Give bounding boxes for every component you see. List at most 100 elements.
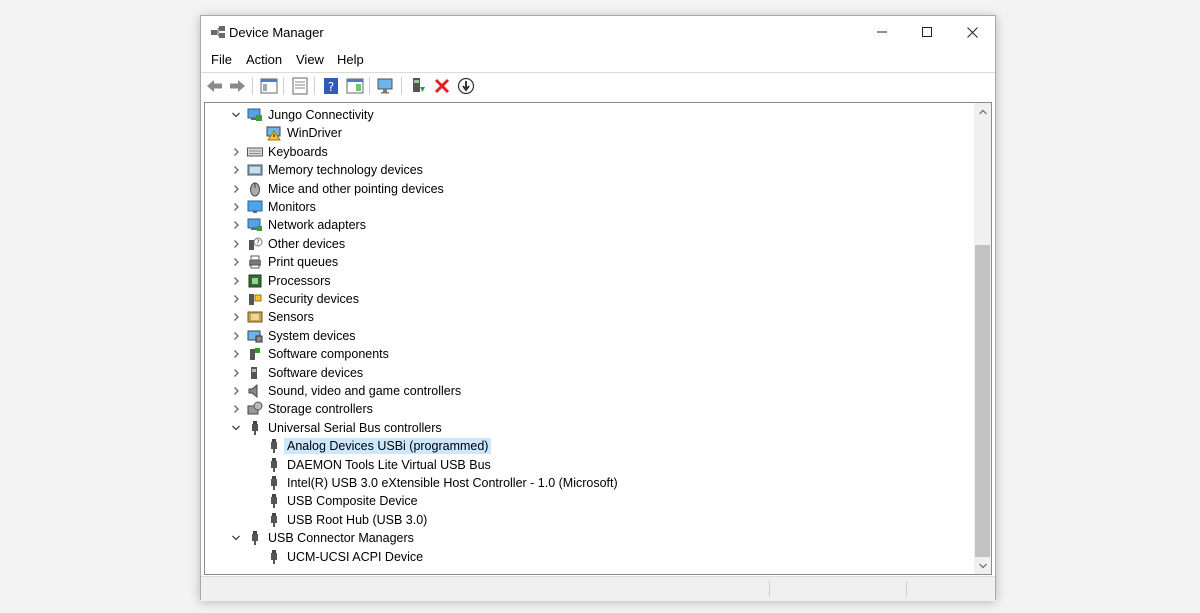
tree-item-label[interactable]: Sound, video and game controllers	[265, 383, 464, 399]
status-bar	[201, 576, 995, 601]
tree-row[interactable]: Storage controllers	[205, 400, 975, 418]
scroll-down-button[interactable]	[974, 557, 991, 574]
uninstall-icon[interactable]	[432, 76, 452, 96]
tree-row[interactable]: Intel(R) USB 3.0 eXtensible Host Control…	[205, 474, 975, 492]
chevron-down-icon[interactable]	[230, 109, 242, 121]
tree-row[interactable]: Print queues	[205, 253, 975, 271]
keyboard-icon	[247, 147, 263, 157]
tree-item-label[interactable]: Security devices	[265, 291, 362, 307]
processor-icon	[248, 274, 262, 288]
chevron-right-icon[interactable]	[230, 275, 242, 287]
tree-row[interactable]: Memory technology devices	[205, 161, 975, 179]
tree-row[interactable]: USB Connector Managers	[205, 529, 975, 547]
chevron-down-icon[interactable]	[230, 532, 242, 544]
tree-item-label[interactable]: Software devices	[265, 365, 366, 381]
chevron-right-icon[interactable]	[230, 293, 242, 305]
tree-item-label[interactable]: Universal Serial Bus controllers	[265, 420, 445, 436]
tree-item-label[interactable]: USB Composite Device	[284, 493, 421, 509]
tree-row[interactable]: Sensors	[205, 308, 975, 326]
tree-item-label[interactable]: Monitors	[265, 199, 319, 215]
tree-row[interactable]: DAEMON Tools Lite Virtual USB Bus	[205, 456, 975, 474]
chevron-right-icon[interactable]	[230, 183, 242, 195]
tree-item-label[interactable]: UCM-UCSI ACPI Device	[284, 549, 426, 565]
tree-item-label[interactable]: Network adapters	[265, 217, 369, 233]
software-device-icon	[251, 366, 257, 379]
tree-row[interactable]: Monitors	[205, 198, 975, 216]
chevron-down-icon[interactable]	[230, 422, 242, 434]
tree-item-label[interactable]: Intel(R) USB 3.0 eXtensible Host Control…	[284, 475, 621, 491]
tree-item-label[interactable]: Other devices	[265, 236, 348, 252]
tree-item-label[interactable]: Storage controllers	[265, 401, 376, 417]
tree-item-label[interactable]: Software components	[265, 346, 392, 362]
tree-row[interactable]: Software components	[205, 345, 975, 363]
close-button[interactable]	[949, 16, 995, 48]
chevron-right-icon[interactable]	[230, 367, 242, 379]
tree-row[interactable]: Sound, video and game controllers	[205, 382, 975, 400]
back-icon[interactable]	[205, 76, 225, 96]
show-hide-console-tree-icon[interactable]	[259, 76, 279, 96]
tree-row[interactable]: UCM-UCSI ACPI Device	[205, 548, 975, 566]
disable-device-icon[interactable]	[456, 76, 476, 96]
tree-row[interactable]: Keyboards	[205, 143, 975, 161]
network-adapter-icon	[247, 218, 262, 232]
tree-row[interactable]: WinDriver	[205, 124, 975, 142]
tree-item-label[interactable]: Print queues	[265, 254, 341, 270]
chevron-right-icon[interactable]	[230, 146, 242, 158]
maximize-icon	[922, 27, 932, 37]
tree-item-label[interactable]: USB Root Hub (USB 3.0)	[284, 512, 430, 528]
forward-icon[interactable]	[227, 76, 247, 96]
chevron-right-icon[interactable]	[230, 385, 242, 397]
maximize-button[interactable]	[904, 16, 950, 48]
chevron-right-icon[interactable]	[230, 219, 242, 231]
tree-item-label[interactable]: Sensors	[265, 309, 317, 325]
title-bar[interactable]: Device Manager	[201, 16, 995, 48]
tree-row[interactable]: Jungo Connectivity	[205, 106, 975, 124]
action-pane-icon[interactable]	[345, 76, 365, 96]
tree-item-label-selected[interactable]: Analog Devices USBi (programmed)	[284, 438, 492, 455]
tree-item-label[interactable]: Mice and other pointing devices	[265, 181, 447, 197]
chevron-right-icon[interactable]	[230, 348, 242, 360]
vertical-scrollbar[interactable]	[974, 103, 991, 574]
tree-row[interactable]: USB Root Hub (USB 3.0)	[205, 511, 975, 529]
menu-action[interactable]: Action	[246, 52, 282, 67]
chevron-down-icon	[978, 563, 987, 568]
tree-item-label[interactable]: Memory technology devices	[265, 162, 426, 178]
scroll-thumb[interactable]	[975, 245, 990, 557]
menu-view[interactable]: View	[296, 52, 324, 67]
tree-row[interactable]: Security devices	[205, 290, 975, 308]
tree-row[interactable]: Universal Serial Bus controllers	[205, 419, 975, 437]
tree-row[interactable]: Mice and other pointing devices	[205, 180, 975, 198]
tree-row[interactable]: Software devices	[205, 364, 975, 382]
chevron-right-icon[interactable]	[230, 330, 242, 342]
scroll-up-button[interactable]	[974, 103, 991, 120]
network-computer-icon	[247, 108, 262, 121]
menu-help[interactable]: Help	[337, 52, 364, 67]
tree-row[interactable]: Network adapters	[205, 216, 975, 234]
system-device-icon	[247, 330, 263, 343]
tree-item-label[interactable]: USB Connector Managers	[265, 530, 417, 546]
scan-hardware-icon[interactable]	[376, 76, 396, 96]
minimize-button[interactable]	[859, 16, 905, 48]
tree-item-label[interactable]: Jungo Connectivity	[265, 107, 377, 123]
tree-item-label[interactable]: WinDriver	[284, 125, 345, 141]
chevron-right-icon[interactable]	[230, 164, 242, 176]
sensor-icon	[247, 311, 263, 323]
help-icon[interactable]: ?	[321, 76, 341, 96]
menu-file[interactable]: File	[211, 52, 232, 67]
properties-icon[interactable]	[290, 76, 310, 96]
chevron-right-icon[interactable]	[230, 238, 242, 250]
tree-row[interactable]: System devices	[205, 327, 975, 345]
chevron-right-icon[interactable]	[230, 256, 242, 268]
tree-row[interactable]: ? Other devices	[205, 235, 975, 253]
tree-row[interactable]: USB Composite Device	[205, 492, 975, 510]
tree-item-label[interactable]: System devices	[265, 328, 359, 344]
tree-item-label[interactable]: DAEMON Tools Lite Virtual USB Bus	[284, 457, 494, 473]
update-driver-icon[interactable]	[409, 76, 429, 96]
chevron-right-icon[interactable]	[230, 403, 242, 415]
chevron-right-icon[interactable]	[230, 201, 242, 213]
tree-item-label[interactable]: Processors	[265, 273, 334, 289]
tree-row[interactable]: Analog Devices USBi (programmed)	[205, 437, 975, 455]
tree-row[interactable]: Processors	[205, 272, 975, 290]
tree-item-label[interactable]: Keyboards	[265, 144, 331, 160]
chevron-right-icon[interactable]	[230, 311, 242, 323]
